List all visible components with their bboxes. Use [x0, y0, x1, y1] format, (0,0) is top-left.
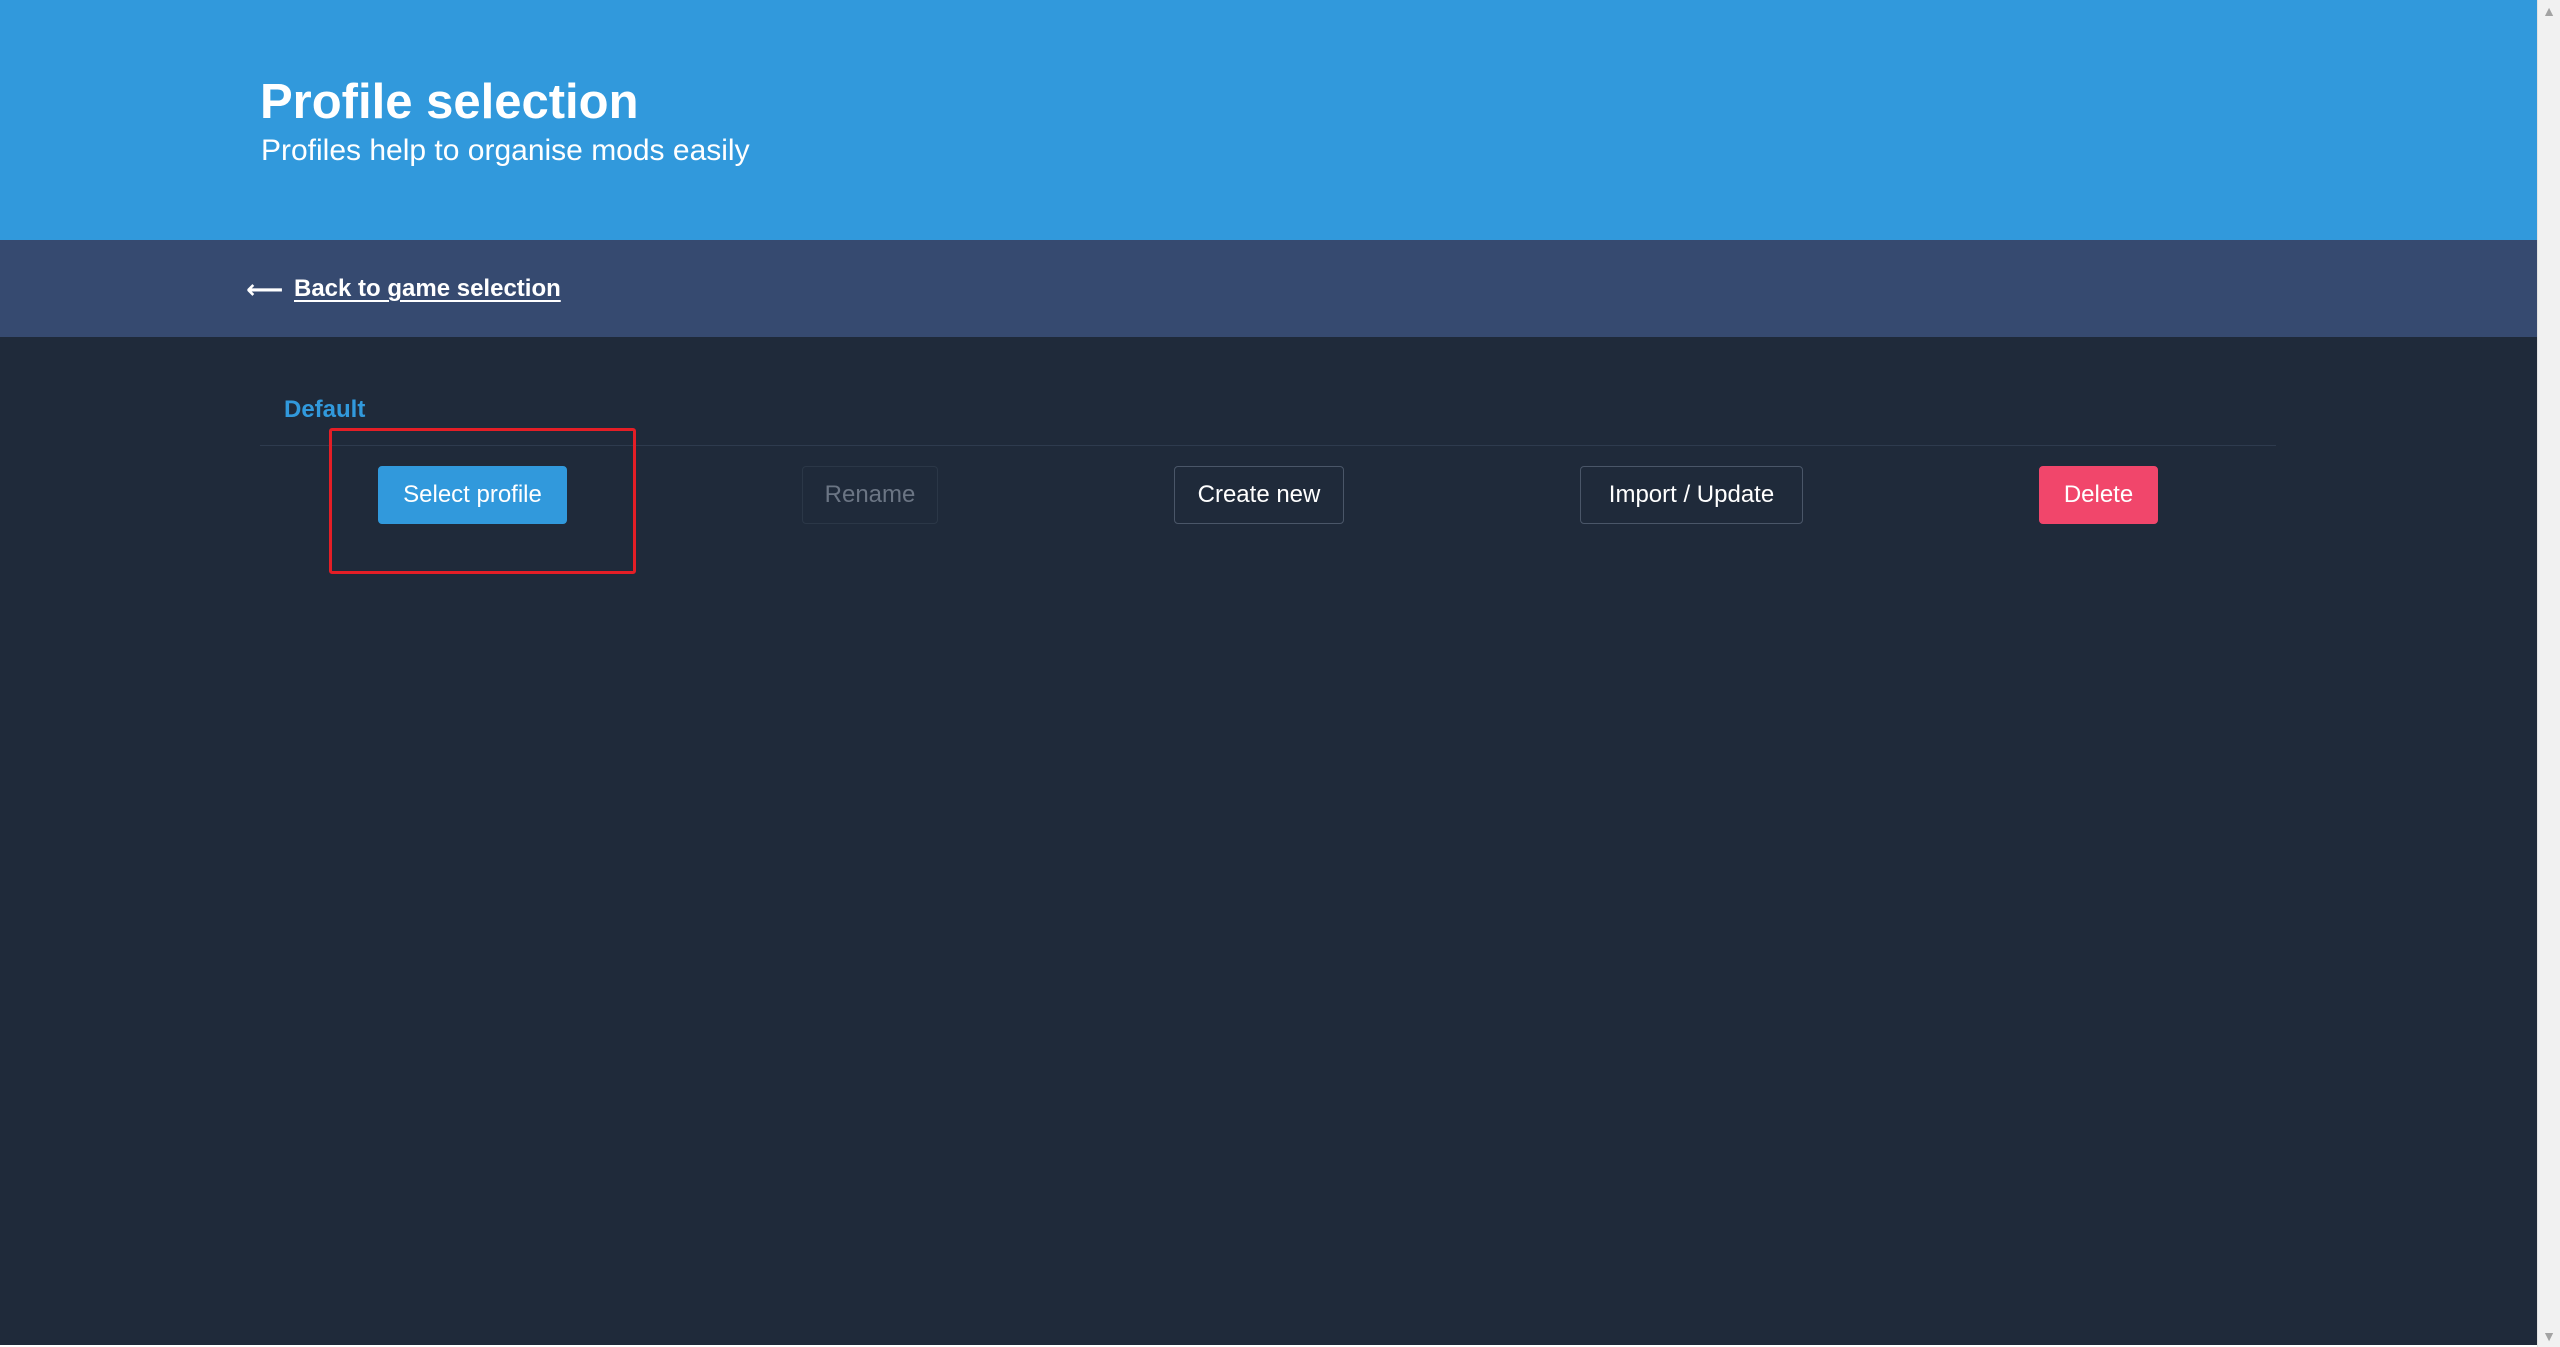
scroll-down-arrow-icon[interactable]: ▼ [2538, 1325, 2560, 1347]
create-new-button[interactable]: Create new [1174, 466, 1344, 524]
profile-name: Default [284, 396, 366, 423]
back-to-game-selection-link[interactable]: ⟵ Back to game selection [246, 269, 561, 309]
page-title: Profile selection [260, 75, 639, 129]
delete-button[interactable]: Delete [2039, 466, 2158, 524]
scrollbar-track[interactable] [2542, 22, 2556, 1325]
back-link-label: Back to game selection [294, 275, 561, 302]
page-header: Profile selection Profiles help to organ… [0, 0, 2537, 240]
arrow-left-icon: ⟵ [246, 274, 284, 304]
import-update-button[interactable]: Import / Update [1580, 466, 1803, 524]
select-profile-button[interactable]: Select profile [378, 466, 567, 524]
profile-divider [260, 445, 2276, 446]
page-subtitle: Profiles help to organise mods easily [261, 134, 750, 167]
vertical-scrollbar[interactable]: ▲ ▼ [2537, 0, 2560, 1347]
rename-button[interactable]: Rename [802, 466, 938, 524]
app-window: Profile selection Profiles help to organ… [0, 0, 2537, 1347]
scroll-up-arrow-icon[interactable]: ▲ [2538, 0, 2560, 22]
